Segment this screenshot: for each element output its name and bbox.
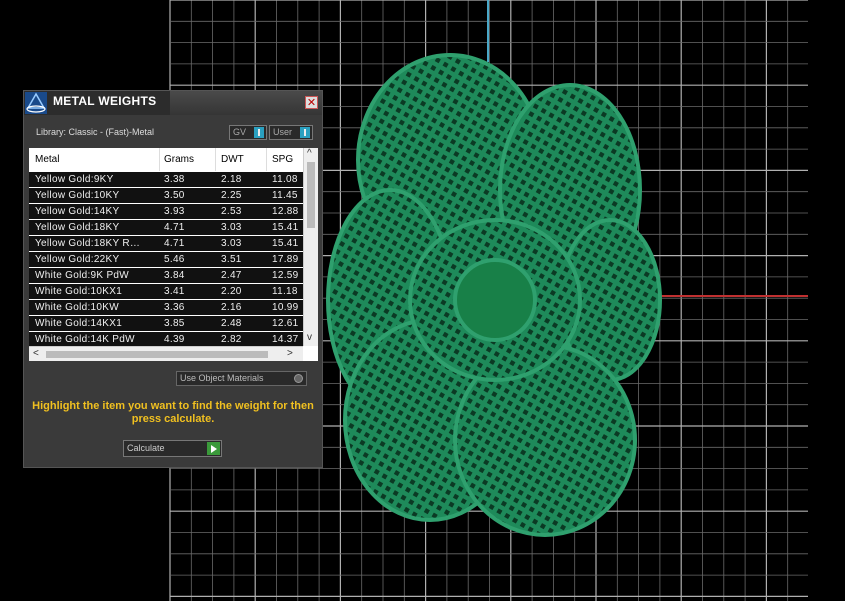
cell-spg: 12.59 xyxy=(272,270,299,281)
calculate-button[interactable]: Calculate xyxy=(123,440,222,457)
table-row[interactable]: Yellow Gold:10KY 3.50 2.25 11.45 xyxy=(29,187,303,203)
instruction-text: Highlight the item you want to find the … xyxy=(32,400,314,425)
panel-titlebar[interactable]: METAL WEIGHTS ✕ xyxy=(24,91,322,115)
user-toggle-label: User xyxy=(273,127,293,137)
table-row[interactable]: White Gold:10KX1 3.41 2.20 11.18 xyxy=(29,283,303,299)
table-row[interactable]: Yellow Gold:22KY 5.46 3.51 17.89 xyxy=(29,251,303,267)
table-row[interactable]: White Gold:10KW 3.36 2.16 10.99 xyxy=(29,299,303,315)
table-row[interactable]: White Gold:9K PdW 3.84 2.47 12.59 xyxy=(29,267,303,283)
cell-metal: Yellow Gold:22KY xyxy=(35,254,120,265)
column-divider xyxy=(159,148,160,171)
cell-dwt: 2.18 xyxy=(221,174,242,185)
scroll-down-icon[interactable]: v xyxy=(307,332,312,343)
cell-metal: Yellow Gold:9KY xyxy=(35,174,114,185)
library-label: Library: Classic - (Fast)-Metal xyxy=(36,127,155,137)
user-toggle[interactable]: User xyxy=(269,125,313,140)
cell-spg: 15.41 xyxy=(272,238,299,249)
column-header-grams[interactable]: Grams xyxy=(164,154,194,165)
cell-spg: 12.88 xyxy=(272,206,299,217)
gv-toggle[interactable]: GV xyxy=(229,125,267,140)
table-header: Metal Grams DWT SPG xyxy=(29,148,303,171)
cell-dwt: 2.47 xyxy=(221,270,242,281)
cell-spg: 11.18 xyxy=(272,286,298,297)
cell-grams: 3.85 xyxy=(164,318,185,329)
cell-dwt: 2.82 xyxy=(221,334,242,345)
close-button[interactable]: ✕ xyxy=(305,96,318,109)
use-object-materials-label: Use Object Materials xyxy=(180,373,264,383)
cell-spg: 15.41 xyxy=(272,222,299,233)
column-header-spg[interactable]: SPG xyxy=(272,154,293,165)
panel-title: METAL WEIGHTS xyxy=(53,94,157,108)
cell-metal: White Gold:14K PdW xyxy=(35,334,135,345)
column-header-metal[interactable]: Metal xyxy=(35,154,59,165)
play-arrow-icon xyxy=(207,442,220,455)
cell-dwt: 2.48 xyxy=(221,318,242,329)
table-row[interactable]: White Gold:14K PdW 4.39 2.82 14.37 xyxy=(29,331,303,347)
cell-grams: 4.71 xyxy=(164,238,185,249)
column-divider xyxy=(266,148,267,171)
cell-spg: 11.45 xyxy=(272,190,298,201)
ring-model[interactable] xyxy=(326,53,662,537)
cell-dwt: 3.03 xyxy=(221,222,242,233)
cell-spg: 11.08 xyxy=(272,174,298,185)
user-toggle-knob-icon xyxy=(300,127,310,138)
radio-icon xyxy=(294,374,303,383)
use-object-materials-toggle[interactable]: Use Object Materials xyxy=(176,371,307,386)
cell-spg: 10.99 xyxy=(272,302,299,313)
cell-metal: White Gold:14KX1 xyxy=(35,318,123,329)
scroll-left-icon[interactable]: < xyxy=(33,348,39,359)
cell-metal: Yellow Gold:18KY xyxy=(35,222,120,233)
cell-metal: Yellow Gold:18KY R… xyxy=(35,238,141,249)
cell-spg: 14.37 xyxy=(272,334,299,345)
cell-metal: Yellow Gold:10KY xyxy=(35,190,120,201)
table-row[interactable]: Yellow Gold:18KY 4.71 3.03 15.41 xyxy=(29,219,303,235)
cell-grams: 4.71 xyxy=(164,222,185,233)
cell-grams: 3.41 xyxy=(164,286,185,297)
gv-toggle-knob-icon xyxy=(254,127,264,138)
app-logo-icon xyxy=(25,92,47,114)
column-header-dwt[interactable]: DWT xyxy=(221,154,244,165)
cell-grams: 5.46 xyxy=(164,254,185,265)
cell-spg: 12.61 xyxy=(272,318,299,329)
cell-dwt: 2.53 xyxy=(221,206,242,217)
cell-grams: 3.36 xyxy=(164,302,185,313)
cell-dwt: 2.25 xyxy=(221,190,242,201)
calculate-label: Calculate xyxy=(127,443,165,453)
cell-spg: 17.89 xyxy=(272,254,299,265)
vertical-scroll-thumb[interactable] xyxy=(307,162,315,228)
cell-dwt: 3.03 xyxy=(221,238,242,249)
cell-metal: White Gold:10KX1 xyxy=(35,286,123,297)
cell-grams: 3.38 xyxy=(164,174,185,185)
horizontal-scrollbar[interactable]: < > xyxy=(29,346,303,361)
cell-dwt: 2.20 xyxy=(221,286,242,297)
metal-weights-panel: METAL WEIGHTS ✕ Library: Classic - (Fast… xyxy=(23,90,323,468)
vertical-scrollbar[interactable]: ^ v xyxy=(303,148,318,346)
cell-grams: 3.84 xyxy=(164,270,185,281)
cell-metal: Yellow Gold:14KY xyxy=(35,206,120,217)
cell-grams: 3.50 xyxy=(164,190,185,201)
metal-table: Metal Grams DWT SPG Yellow Gold:9KY 3.38 2… xyxy=(29,148,318,361)
cell-grams: 4.39 xyxy=(164,334,185,345)
scroll-up-icon[interactable]: ^ xyxy=(307,148,312,159)
cell-metal: White Gold:9K PdW xyxy=(35,270,130,281)
cell-grams: 3.93 xyxy=(164,206,185,217)
cell-dwt: 3.51 xyxy=(221,254,242,265)
table-row[interactable]: Yellow Gold:9KY 3.38 2.18 11.08 xyxy=(29,171,303,187)
cell-dwt: 2.16 xyxy=(221,302,242,313)
table-row[interactable]: Yellow Gold:18KY R… 4.71 3.03 15.41 xyxy=(29,235,303,251)
cell-metal: White Gold:10KW xyxy=(35,302,119,313)
table-row[interactable]: Yellow Gold:14KY 3.93 2.53 12.88 xyxy=(29,203,303,219)
gv-toggle-label: GV xyxy=(233,127,247,137)
table-row[interactable]: White Gold:14KX1 3.85 2.48 12.61 xyxy=(29,315,303,331)
horizontal-scroll-thumb[interactable] xyxy=(46,351,268,358)
scroll-right-icon[interactable]: > xyxy=(287,348,293,359)
column-divider xyxy=(215,148,216,171)
